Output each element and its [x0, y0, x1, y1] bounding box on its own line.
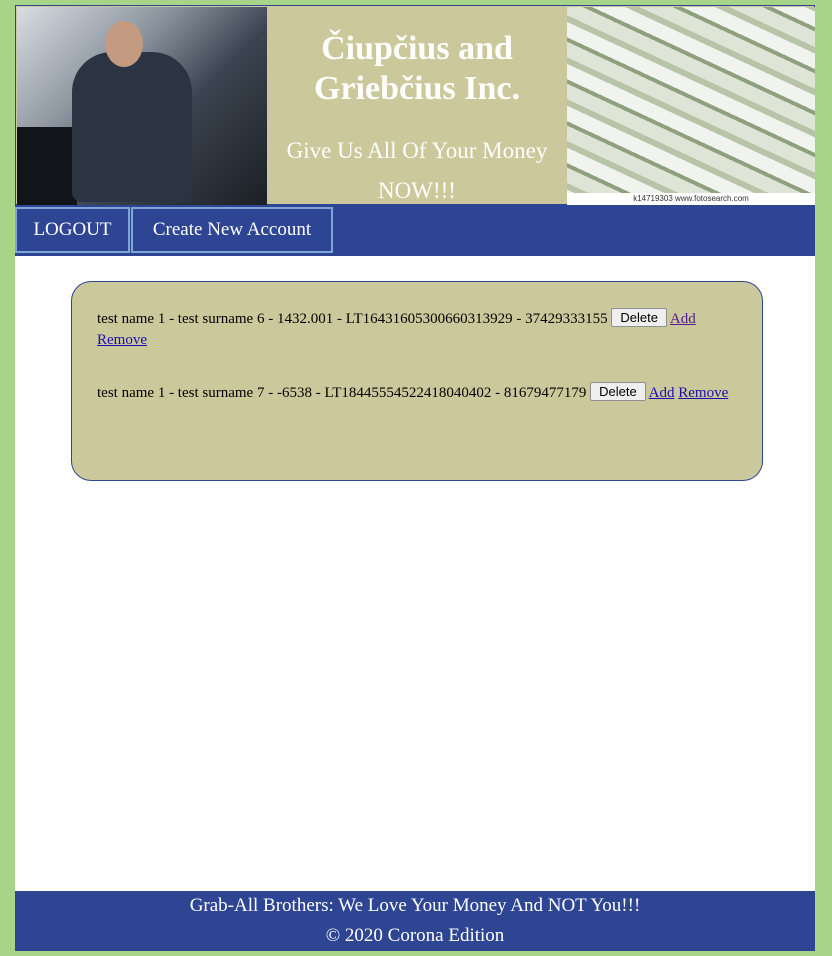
add-link[interactable]: Add	[670, 311, 696, 327]
account-details: test name 1 - test surname 7 - -6538 - L…	[97, 385, 587, 401]
head-shape	[105, 21, 143, 67]
slogan-line2: NOW!!!	[378, 178, 456, 203]
chair-shape	[17, 127, 77, 205]
delete-button[interactable]: Delete	[590, 382, 646, 401]
title-box: Čiupčius and Griebčius Inc. Give Us All …	[267, 7, 567, 205]
company-title: Čiupčius and Griebčius Inc.	[267, 29, 567, 109]
page: Čiupčius and Griebčius Inc. Give Us All …	[15, 5, 815, 951]
nav-bar: LOGOUT Create New Account	[15, 205, 815, 256]
remove-link[interactable]: Remove	[97, 332, 147, 348]
delete-button[interactable]: Delete	[611, 308, 667, 327]
money-photo: k14719303 www.fotosearch.com	[567, 7, 815, 205]
slogan: Give Us All Of Your Money NOW!!!	[267, 131, 567, 211]
suit-shape	[72, 52, 192, 202]
remove-link[interactable]: Remove	[678, 385, 728, 401]
slogan-line1: Give Us All Of Your Money	[286, 138, 548, 163]
add-link[interactable]: Add	[649, 385, 675, 401]
accounts-panel: test name 1 - test surname 6 - 1432.001 …	[71, 281, 763, 481]
company-title-line1: Čiupčius and	[321, 30, 513, 67]
header-banner: Čiupčius and Griebčius Inc. Give Us All …	[15, 5, 815, 205]
create-account-button[interactable]: Create New Account	[131, 207, 333, 253]
logout-button[interactable]: LOGOUT	[15, 207, 130, 253]
image-credit: k14719303 www.fotosearch.com	[567, 193, 815, 205]
businessman-photo	[17, 7, 267, 205]
footer: Grab-All Brothers: We Love Your Money An…	[15, 891, 815, 951]
account-details: test name 1 - test surname 6 - 1432.001 …	[97, 311, 608, 327]
footer-copyright: © 2020 Corona Edition	[325, 925, 505, 946]
footer-tagline: Grab-All Brothers: We Love Your Money An…	[189, 895, 641, 916]
list-item: test name 1 - test surname 6 - 1432.001 …	[97, 308, 747, 351]
company-title-line2: Griebčius Inc.	[314, 70, 520, 107]
list-item: test name 1 - test surname 7 - -6538 - L…	[97, 382, 747, 404]
